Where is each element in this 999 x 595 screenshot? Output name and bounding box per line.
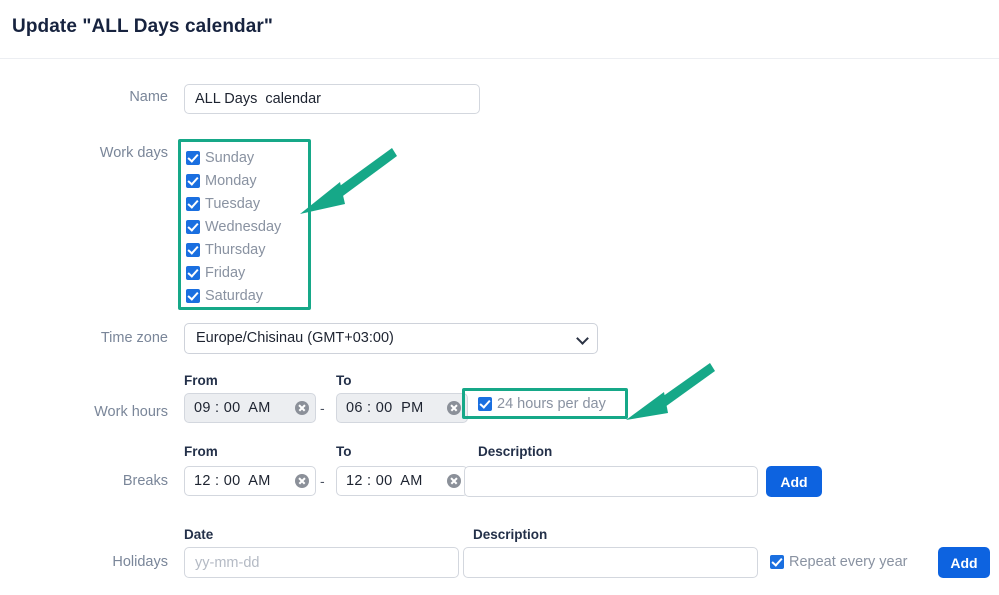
holidays-label: Holidays bbox=[112, 554, 168, 570]
checkbox-checked-icon[interactable] bbox=[478, 397, 492, 411]
checkbox-checked-icon[interactable] bbox=[770, 555, 784, 569]
work-day-label: Friday bbox=[205, 264, 246, 281]
time-zone-label: Time zone bbox=[100, 330, 168, 346]
work-day-label: Sunday bbox=[205, 149, 255, 166]
checkbox-checked-icon[interactable] bbox=[186, 265, 200, 280]
holidays-date-header: Date bbox=[184, 527, 214, 542]
work-day-label: Saturday bbox=[205, 287, 264, 304]
clear-icon[interactable] bbox=[447, 474, 461, 488]
repeat-every-year-checkbox[interactable]: Repeat every year bbox=[770, 554, 907, 570]
holidays-date-input[interactable] bbox=[184, 547, 459, 578]
arrow-to-24-hours-icon bbox=[626, 363, 715, 420]
work-hours-from-header: From bbox=[184, 373, 218, 388]
name-input[interactable] bbox=[184, 84, 480, 114]
checkbox-checked-icon[interactable] bbox=[186, 150, 200, 165]
time-zone-select[interactable]: Europe/Chisinau (GMT+03:00) bbox=[184, 323, 598, 354]
breaks-label: Breaks bbox=[122, 473, 168, 489]
work-day-item-wednesday[interactable]: Wednesday bbox=[186, 215, 308, 238]
breaks-add-button[interactable]: Add bbox=[766, 466, 822, 497]
work-hours-label: Work hours bbox=[94, 404, 168, 420]
work-day-item-sunday[interactable]: Sunday bbox=[186, 146, 308, 169]
clear-icon[interactable] bbox=[295, 474, 309, 488]
checkbox-checked-icon[interactable] bbox=[186, 219, 200, 234]
clear-icon[interactable] bbox=[447, 401, 461, 415]
work-hours-to-header: To bbox=[336, 373, 352, 388]
work-day-label: Tuesday bbox=[205, 195, 261, 212]
header-divider bbox=[0, 58, 999, 59]
breaks-to-value: 12 : 00 AM bbox=[346, 473, 423, 489]
work-day-label: Wednesday bbox=[205, 218, 282, 235]
work-day-item-tuesday[interactable]: Tuesday bbox=[186, 192, 308, 215]
breaks-dash: - bbox=[320, 473, 325, 489]
work-hours-to-input[interactable]: 06 : 00 PM bbox=[336, 393, 468, 423]
breaks-description-header: Description bbox=[478, 444, 553, 459]
breaks-to-input[interactable]: 12 : 00 AM bbox=[336, 466, 468, 496]
breaks-description-input[interactable] bbox=[464, 466, 758, 497]
breaks-from-header: From bbox=[184, 444, 218, 459]
work-day-item-saturday[interactable]: Saturday bbox=[186, 284, 308, 307]
work-hours-to-value: 06 : 00 PM bbox=[346, 400, 424, 416]
work-day-item-monday[interactable]: Monday bbox=[186, 169, 308, 192]
work-day-label: Thursday bbox=[205, 241, 266, 258]
breaks-to-header: To bbox=[336, 444, 352, 459]
checkbox-checked-icon[interactable] bbox=[186, 173, 200, 188]
holidays-description-input[interactable] bbox=[463, 547, 758, 578]
holidays-add-button[interactable]: Add bbox=[938, 547, 990, 578]
work-hours-from-value: 09 : 00 AM bbox=[194, 400, 271, 416]
arrow-to-work-days-icon bbox=[300, 148, 397, 214]
time-zone-selected-value: Europe/Chisinau (GMT+03:00) bbox=[196, 330, 394, 346]
checkbox-checked-icon[interactable] bbox=[186, 242, 200, 257]
24-hours-per-day-label: 24 hours per day bbox=[497, 396, 606, 412]
work-day-label: Monday bbox=[205, 172, 257, 189]
holidays-description-header: Description bbox=[473, 527, 548, 542]
work-days-label: Work days bbox=[99, 145, 168, 161]
work-day-item-thursday[interactable]: Thursday bbox=[186, 238, 308, 261]
checkbox-checked-icon[interactable] bbox=[186, 196, 200, 211]
work-hours-from-input[interactable]: 09 : 00 AM bbox=[184, 393, 316, 423]
work-hours-dash: - bbox=[320, 400, 325, 416]
checkbox-checked-icon[interactable] bbox=[186, 288, 200, 303]
work-day-item-friday[interactable]: Friday bbox=[186, 261, 308, 284]
breaks-from-input[interactable]: 12 : 00 AM bbox=[184, 466, 316, 496]
repeat-every-year-label: Repeat every year bbox=[789, 554, 908, 570]
chevron-down-icon bbox=[576, 332, 589, 345]
page-title: Update "ALL Days calendar" bbox=[12, 16, 274, 37]
work-days-list[interactable]: Sunday Monday Tuesday Wednesday Thursday… bbox=[180, 141, 309, 308]
clear-icon[interactable] bbox=[295, 401, 309, 415]
breaks-from-value: 12 : 00 AM bbox=[194, 473, 271, 489]
name-label: Name bbox=[129, 89, 168, 105]
24-hours-per-day-checkbox[interactable]: 24 hours per day bbox=[478, 396, 606, 412]
update-calendar-form-page: Update "ALL Days calendar" Name Work day… bbox=[0, 0, 999, 595]
